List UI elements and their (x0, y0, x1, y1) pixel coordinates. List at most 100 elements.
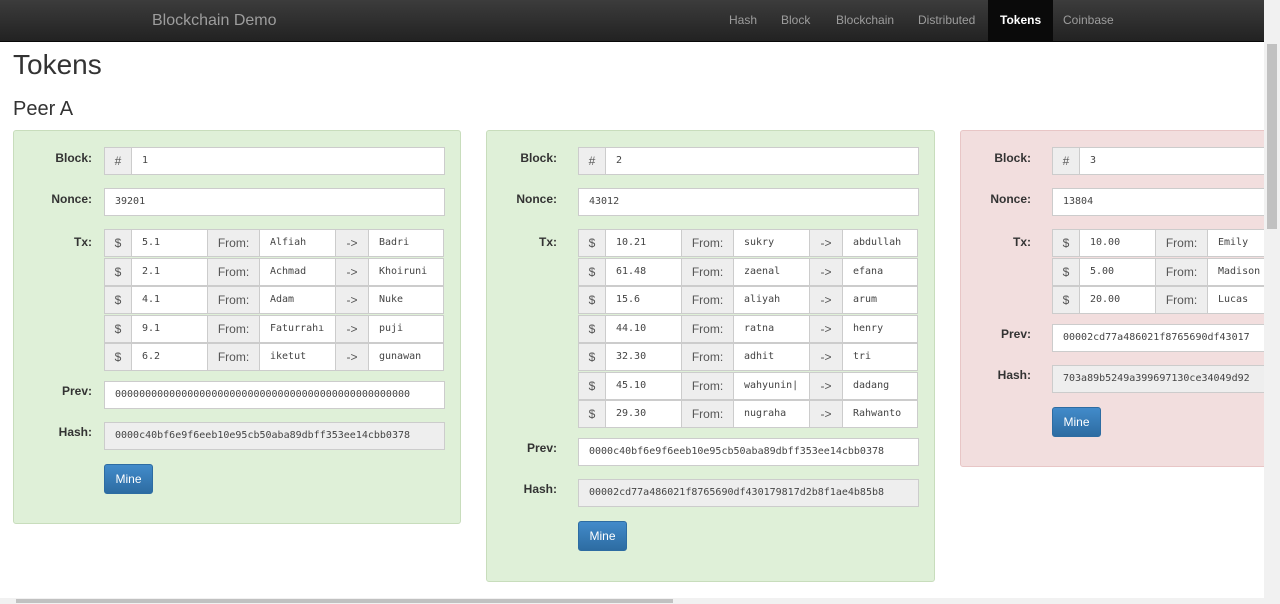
vertical-scrollbar[interactable] (1264, 0, 1280, 604)
tx-arrow-addon: -> (809, 400, 843, 428)
tx-to-input[interactable]: dadang (842, 371, 918, 400)
tx-from-addon: From: (681, 257, 734, 286)
tx-from-input[interactable]: Madison (1207, 257, 1264, 286)
tx-from-input[interactable]: Adam (259, 286, 336, 314)
nav-distributed[interactable]: Distributed (918, 0, 975, 41)
hash-output: 703a89b5249a399697130ce34049d92 (1052, 364, 1264, 393)
vertical-scroll-thumb[interactable] (1267, 44, 1277, 229)
tx-arrow-addon: -> (809, 229, 843, 257)
hash-label: Hash: (523, 481, 557, 496)
tx-to-input[interactable]: Nuke (368, 286, 444, 314)
tx-from-input[interactable]: wahyunin| (733, 371, 810, 400)
tx-amount-input[interactable]: 44.10 (605, 314, 682, 343)
tx-dollar-addon: $ (578, 400, 606, 428)
tx-arrow-addon: -> (809, 257, 843, 286)
nav-hash[interactable]: Hash (729, 0, 757, 41)
tx-from-input[interactable]: Lucas (1207, 286, 1264, 314)
tx-amount-input[interactable]: 5.1 (131, 229, 208, 257)
tx-amount-input[interactable]: 20.00 (1079, 286, 1156, 314)
tx-to-input[interactable]: gunawan (368, 343, 444, 371)
nonce-label: Nonce: (516, 192, 557, 206)
tx-from-input[interactable]: Emily (1207, 229, 1264, 257)
tx-label: Tx: (1013, 235, 1031, 249)
tx-from-addon: From: (207, 257, 260, 286)
tx-amount-input[interactable]: 10.00 (1079, 229, 1156, 257)
tx-from-addon: From: (681, 229, 734, 257)
tx-to-input[interactable]: arum (842, 286, 918, 314)
tx-from-input[interactable]: ratna (733, 314, 810, 343)
peer-title: Peer A (13, 98, 74, 120)
tx-dollar-addon: $ (578, 371, 606, 400)
tx-from-input[interactable]: Achmad (259, 257, 336, 286)
tx-to-input[interactable]: abdullah (842, 229, 918, 257)
top-navbar: Blockchain Demo Hash Block Blockchain Di… (0, 0, 1264, 42)
horizontal-scroll-thumb[interactable] (16, 599, 673, 603)
tx-amount-input[interactable]: 2.1 (131, 257, 208, 286)
tx-from-input[interactable]: Alfiah (259, 229, 336, 257)
block-number-input[interactable]: 2 (605, 147, 919, 175)
tx-dollar-addon: $ (104, 314, 132, 343)
tx-amount-input[interactable]: 6.2 (131, 343, 208, 371)
nav-coinbase[interactable]: Coinbase (1063, 0, 1114, 41)
tx-arrow-addon: -> (809, 314, 843, 343)
nav-tokens[interactable]: Tokens (988, 0, 1054, 41)
tx-arrow-addon: -> (335, 343, 369, 371)
nav-block[interactable]: Block (781, 0, 810, 41)
tx-from-addon: From: (207, 314, 260, 343)
tx-to-input[interactable]: efana (842, 257, 918, 286)
tx-amount-input[interactable]: 10.21 (605, 229, 682, 257)
tx-to-input[interactable]: puji (368, 314, 444, 343)
tx-dollar-addon: $ (1052, 229, 1080, 257)
tx-from-addon: From: (1155, 286, 1208, 314)
block-card-2: Block: #2 Nonce: 43012 Tx: $10.21 From: sukry ->… (486, 130, 935, 582)
horizontal-scrollbar[interactable] (0, 598, 1264, 604)
prev-label: Prev: (61, 383, 92, 398)
tx-amount-input[interactable]: 45.10 (605, 371, 682, 400)
tx-amount-input[interactable]: 61.48 (605, 257, 682, 286)
prev-hash-input[interactable]: 0000c40bf6e9f6eeb10e95cb50aba89dbff353ee… (578, 437, 919, 466)
tx-from-input[interactable]: zaenal (733, 257, 810, 286)
nav-blockchain[interactable]: Blockchain (836, 0, 894, 41)
nonce-input[interactable]: 43012 (578, 188, 919, 216)
nonce-input[interactable]: 39201 (104, 188, 445, 216)
tx-amount-input[interactable]: 32.30 (605, 343, 682, 371)
tx-to-input[interactable]: tri (842, 343, 918, 371)
nonce-input[interactable]: 13804 (1052, 188, 1264, 216)
tx-amount-input[interactable]: 15.6 (605, 286, 682, 314)
page-title: Tokens (13, 49, 102, 80)
tx-from-input[interactable]: adhit (733, 343, 810, 371)
prev-hash-input[interactable]: 00002cd77a486021f8765690df43017 (1052, 323, 1264, 352)
block-number-addon: # (104, 147, 132, 175)
tx-dollar-addon: $ (1052, 286, 1080, 314)
block-number-input[interactable]: 1 (131, 147, 445, 175)
tx-label: Tx: (74, 235, 92, 249)
mine-button[interactable]: Mine (104, 463, 153, 494)
tx-from-addon: From: (681, 400, 734, 428)
tx-from-input[interactable]: aliyah (733, 286, 810, 314)
tx-from-addon: From: (681, 286, 734, 314)
mine-button[interactable]: Mine (1052, 406, 1101, 437)
tx-amount-input[interactable]: 4.1 (131, 286, 208, 314)
tx-dollar-addon: $ (104, 257, 132, 286)
tx-to-input[interactable]: Badri (368, 229, 444, 257)
tx-from-input[interactable]: iketut (259, 343, 336, 371)
tx-amount-input[interactable]: 5.00 (1079, 257, 1156, 286)
block-number-input[interactable]: 3 (1079, 147, 1264, 175)
block-number-addon: # (578, 147, 606, 175)
hash-label: Hash: (58, 424, 92, 439)
brand-title[interactable]: Blockchain Demo (152, 12, 277, 30)
tx-to-input[interactable]: Khoiruni (368, 257, 444, 286)
block-card-1: Block: #1 Nonce: 39201 Tx: $5.1 From: Alfiah -> B… (13, 130, 461, 524)
tx-from-input[interactable]: nugraha (733, 400, 810, 428)
tx-to-input[interactable]: henry (842, 314, 918, 343)
tx-arrow-addon: -> (335, 257, 369, 286)
tx-amount-input[interactable]: 29.30 (605, 400, 682, 428)
tx-amount-input[interactable]: 9.1 (131, 314, 208, 343)
tx-from-input[interactable]: sukry (733, 229, 810, 257)
mine-button[interactable]: Mine (578, 520, 627, 551)
tx-to-input[interactable]: Rahwanto (842, 400, 918, 428)
prev-hash-input[interactable]: 0000000000000000000000000000000000000000… (104, 380, 445, 409)
block-label: Block: (55, 151, 92, 165)
tx-from-input[interactable]: Faturrahı (259, 314, 336, 343)
block-label: Block: (994, 151, 1031, 165)
